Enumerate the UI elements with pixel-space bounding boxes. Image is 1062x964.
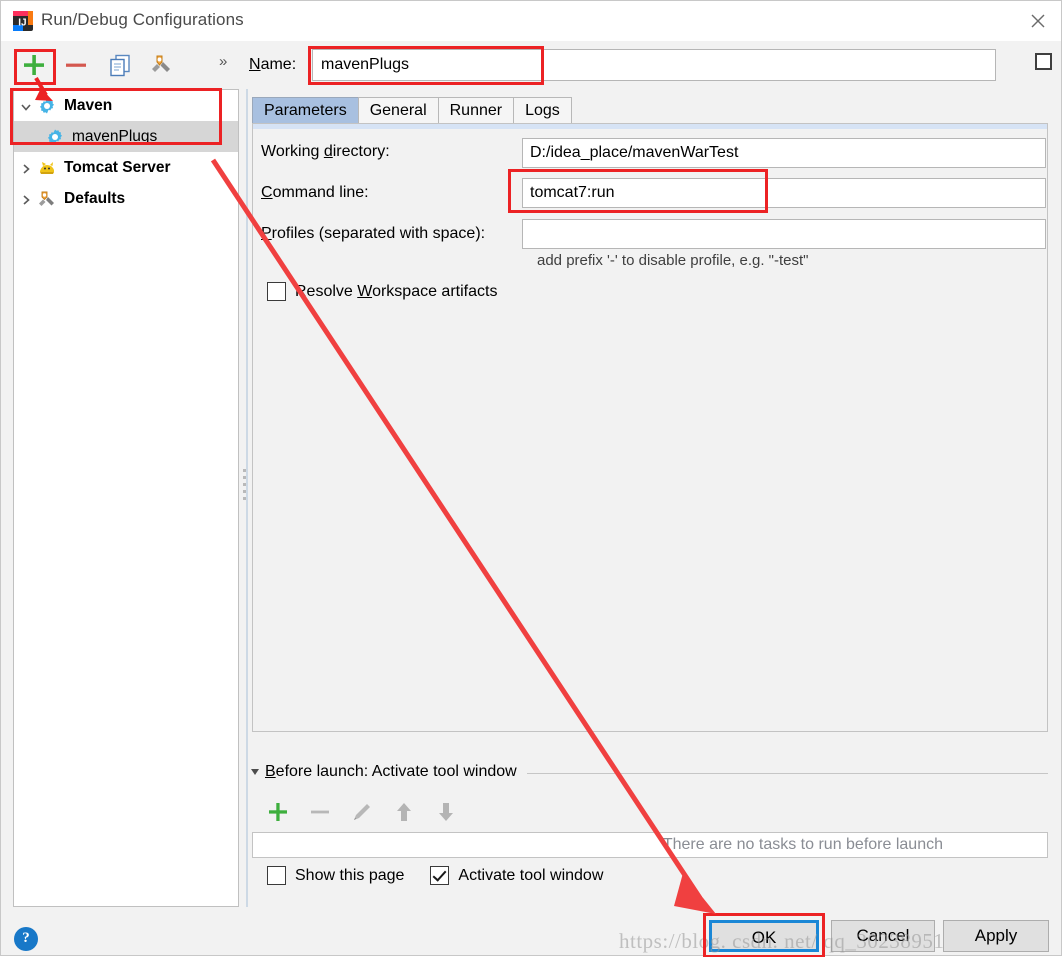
remove-configuration-button[interactable] — [59, 48, 93, 82]
panel-splitter[interactable] — [239, 89, 249, 907]
tree-item-label: mavenPlugs — [72, 127, 158, 145]
profiles-hint: add prefix '-' to disable profile, e.g. … — [537, 252, 809, 269]
splitter-line — [246, 89, 248, 907]
name-input[interactable] — [312, 49, 996, 81]
before-launch-title: Before launch: Activate tool window — [265, 763, 517, 780]
add-configuration-button[interactable] — [17, 48, 51, 82]
maven-gear-icon — [38, 97, 60, 115]
remove-task-icon — [305, 797, 335, 827]
before-launch-toolbar — [259, 797, 1048, 830]
parameters-panel — [252, 123, 1048, 732]
apply-button[interactable]: Apply — [943, 920, 1049, 952]
resolve-workspace-row[interactable]: Resolve Workspace artifacts — [267, 282, 497, 301]
configurations-toolbar: » — [1, 42, 241, 89]
toolbar-more-button[interactable]: » — [219, 53, 227, 70]
tree-item-defaults[interactable]: Defaults — [14, 183, 238, 214]
profiles-input[interactable] — [522, 219, 1046, 249]
tab-parameters[interactable]: Parameters — [252, 97, 359, 123]
title-bar: IJ Run/Debug Configurations — [1, 1, 1061, 41]
page-bottom-sliver — [0, 957, 1062, 964]
tree-item-label: Maven — [64, 96, 113, 114]
before-launch-header[interactable]: Before launch: Activate tool window — [251, 763, 1048, 781]
help-button[interactable]: ? — [14, 927, 38, 951]
header-rule — [526, 772, 1048, 774]
intellij-idea-icon: IJ — [13, 11, 33, 31]
tab-runner[interactable]: Runner — [437, 97, 515, 123]
before-launch-empty-text: There are no tasks to run before launch — [662, 836, 943, 853]
splitter-handle[interactable] — [243, 469, 246, 504]
tab-general[interactable]: General — [357, 97, 439, 123]
add-task-icon[interactable] — [263, 797, 293, 827]
chevron-down-icon[interactable] — [14, 98, 38, 113]
tree-item-label: Tomcat Server — [64, 158, 171, 176]
close-icon[interactable] — [1015, 1, 1061, 41]
chevron-right-icon[interactable] — [14, 160, 38, 175]
edit-templates-icon[interactable] — [144, 48, 178, 82]
copy-configuration-icon[interactable] — [103, 48, 137, 82]
wrench-icon — [38, 190, 60, 208]
page-title: Run/Debug Configurations — [41, 10, 244, 29]
ok-button[interactable]: OK — [709, 920, 819, 952]
bottom-checkbox-row: Show this page Activate tool window — [267, 866, 603, 885]
working-directory-input[interactable] — [522, 138, 1046, 168]
activate-tool-window-checkbox[interactable] — [430, 866, 450, 885]
collapse-triangle-icon[interactable] — [251, 769, 259, 775]
tree-item-maven[interactable]: Maven — [14, 90, 238, 121]
svg-text:IJ: IJ — [18, 18, 26, 29]
tree-item-label: Defaults — [64, 189, 126, 207]
command-line-label: Command line: — [261, 184, 369, 201]
command-line-input[interactable] — [522, 178, 1046, 208]
configurations-tree[interactable]: Maven mavenPlugs Tomcat Server Defaults — [13, 89, 239, 907]
tomcat-cat-icon — [38, 159, 60, 177]
working-directory-label: Working directory: — [261, 143, 390, 160]
move-up-icon — [389, 797, 419, 827]
tab-bar: Parameters General Runner Logs — [252, 97, 572, 123]
before-launch-task-list[interactable]: There are no tasks to run before launch — [252, 832, 1048, 858]
maven-gear-icon — [46, 128, 68, 146]
chevron-right-icon[interactable] — [14, 191, 38, 206]
share-checkbox[interactable] — [1035, 53, 1052, 70]
move-down-icon — [431, 797, 461, 827]
edit-task-icon — [347, 797, 377, 827]
tab-logs[interactable]: Logs — [513, 97, 572, 123]
show-this-page-label: Show this page — [295, 866, 405, 884]
cancel-button[interactable]: Cancel — [831, 920, 935, 952]
tree-item-tomcat-server[interactable]: Tomcat Server — [14, 152, 238, 183]
activate-tool-window-label: Activate tool window — [458, 866, 604, 884]
name-label: Name: — [249, 56, 297, 73]
resolve-workspace-label: Resolve Workspace artifacts — [295, 282, 498, 300]
panel-accent-line — [253, 124, 1047, 129]
tree-item-mavenplugs[interactable]: mavenPlugs — [14, 121, 238, 152]
profiles-label: Profiles (separated with space): — [261, 225, 486, 242]
show-this-page-checkbox[interactable] — [267, 866, 286, 885]
run-debug-configurations-dialog: IJ Run/Debug Configurations » Maven mave… — [0, 0, 1062, 956]
resolve-workspace-checkbox[interactable] — [267, 282, 286, 301]
